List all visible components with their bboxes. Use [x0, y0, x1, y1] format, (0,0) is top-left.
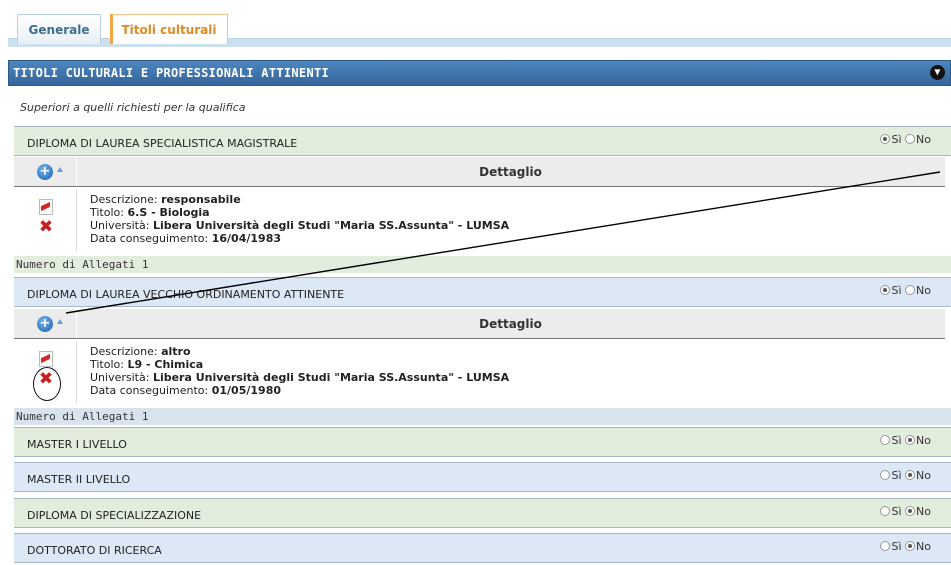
descrizione-label: Descrizione: — [90, 193, 158, 206]
yes-no-radio-group: Sì No — [880, 133, 931, 146]
radio-no[interactable] — [905, 506, 916, 516]
radio-yes[interactable] — [880, 541, 891, 551]
radio-yes-label: Sì — [891, 505, 902, 518]
tab-titoli-culturali[interactable]: Titoli culturali — [110, 14, 228, 44]
radio-yes[interactable] — [880, 285, 891, 295]
divider — [76, 189, 77, 252]
detail-row: ✖ Descrizione: responsabile Titolo: 6.S … — [14, 189, 945, 252]
radio-no-label: No — [916, 540, 931, 553]
titolo-value: 6.S - Biologia — [127, 206, 210, 219]
radio-yes-label: Sì — [891, 284, 902, 297]
item-row-master-i-livello: MASTER I LIVELLO Sì No — [14, 427, 951, 457]
detail-text: Descrizione: responsabile Titolo: 6.S - … — [90, 193, 509, 245]
radio-yes-label: Sì — [891, 469, 902, 482]
plus-circle-icon[interactable]: + — [37, 316, 53, 332]
radio-yes-label: Sì — [891, 434, 902, 447]
radio-no-label: No — [916, 434, 931, 447]
detail-header: + Dettaglio — [14, 157, 945, 187]
descrizione-value: responsabile — [161, 193, 241, 206]
item-row-dottorato-di-ricerca: DOTTORATO DI RICERCA Sì No — [14, 533, 951, 563]
item-title: DOTTORATO DI RICERCA — [27, 544, 162, 557]
sort-up-icon[interactable] — [57, 167, 63, 172]
annotation-circle — [33, 367, 61, 401]
item-row-laurea-specialistica: DIPLOMA DI LAUREA SPECIALISTICA MAGISTRA… — [14, 126, 951, 156]
radio-no-label: No — [916, 505, 931, 518]
item-row-master-ii-livello: MASTER II LIVELLO Sì No — [14, 462, 951, 492]
radio-yes-label: Sì — [891, 133, 902, 146]
titolo-label: Titolo: — [90, 206, 124, 219]
radio-yes[interactable] — [880, 470, 891, 480]
titolo-label: Titolo: — [90, 358, 124, 371]
divider — [76, 341, 77, 404]
item-title: DIPLOMA DI LAUREA VECCHIO ORDINAMENTO AT… — [27, 288, 345, 301]
item-title: MASTER I LIVELLO — [27, 438, 127, 451]
data-label: Data conseguimento: — [90, 232, 209, 245]
pdf-icon[interactable] — [39, 199, 53, 215]
data-label: Data conseguimento: — [90, 384, 209, 397]
item-row-diploma-specializzazione: DIPLOMA DI SPECIALIZZAZIONE Sì No — [14, 498, 951, 528]
detail-text: Descrizione: altro Titolo: L9 - Chimica … — [90, 345, 509, 397]
universita-value: Libera Università degli Studi "Maria SS.… — [152, 219, 510, 232]
radio-no[interactable] — [905, 134, 916, 144]
radio-no-label: No — [916, 133, 931, 146]
yes-no-radio-group: Sì No — [880, 505, 931, 518]
radio-yes[interactable] — [880, 506, 891, 516]
delete-icon[interactable]: ✖ — [38, 219, 54, 236]
item-row-laurea-vecchio-ordinamento: DIPLOMA DI LAUREA VECCHIO ORDINAMENTO AT… — [14, 277, 951, 307]
data-value: 16/04/1983 — [211, 232, 281, 245]
radio-no-label: No — [916, 469, 931, 482]
radio-yes[interactable] — [880, 435, 891, 445]
section-header[interactable]: TITOLI CULTURALI E PROFESSIONALI ATTINEN… — [8, 60, 951, 86]
radio-no[interactable] — [905, 470, 916, 480]
yes-no-radio-group: Sì No — [880, 540, 931, 553]
sort-up-icon[interactable] — [57, 319, 63, 324]
titolo-value: L9 - Chimica — [127, 358, 204, 371]
universita-value: Libera Università degli Studi "Maria SS.… — [152, 371, 510, 384]
tab-generale[interactable]: Generale — [17, 14, 101, 44]
tab-bar: Generale Titoli culturali — [0, 0, 951, 47]
item-title: MASTER II LIVELLO — [27, 473, 131, 486]
detail-row: ✖ Descrizione: altro Titolo: L9 - Chimic… — [14, 341, 945, 404]
section-subtitle: Superiori a quelli richiesti per la qual… — [20, 101, 246, 114]
descrizione-value: altro — [161, 345, 191, 358]
universita-label: Università: — [90, 371, 150, 384]
pdf-icon[interactable] — [39, 351, 53, 367]
radio-no[interactable] — [905, 435, 916, 445]
universita-label: Università: — [90, 219, 150, 232]
detail-header: + Dettaglio — [14, 309, 945, 339]
item-title: DIPLOMA DI LAUREA SPECIALISTICA MAGISTRA… — [27, 137, 298, 150]
radio-no[interactable] — [905, 541, 916, 551]
radio-yes-label: Sì — [891, 540, 902, 553]
descrizione-label: Descrizione: — [90, 345, 158, 358]
radio-yes[interactable] — [880, 134, 891, 144]
detail-header-label: Dettaglio — [479, 165, 542, 179]
yes-no-radio-group: Sì No — [880, 469, 931, 482]
section-title: TITOLI CULTURALI E PROFESSIONALI ATTINEN… — [13, 66, 330, 80]
radio-no-label: No — [916, 284, 931, 297]
item-title: DIPLOMA DI SPECIALIZZAZIONE — [27, 509, 202, 522]
attachments-count: Numero di Allegati 1 — [14, 256, 951, 273]
chevron-down-icon[interactable]: ▼ — [930, 65, 945, 80]
data-value: 01/05/1980 — [211, 384, 281, 397]
plus-circle-icon[interactable]: + — [37, 164, 53, 180]
attachments-count: Numero di Allegati 1 — [14, 408, 951, 425]
yes-no-radio-group: Sì No — [880, 434, 931, 447]
detail-header-label: Dettaglio — [479, 317, 542, 331]
radio-no[interactable] — [905, 285, 916, 295]
yes-no-radio-group: Sì No — [880, 284, 931, 297]
